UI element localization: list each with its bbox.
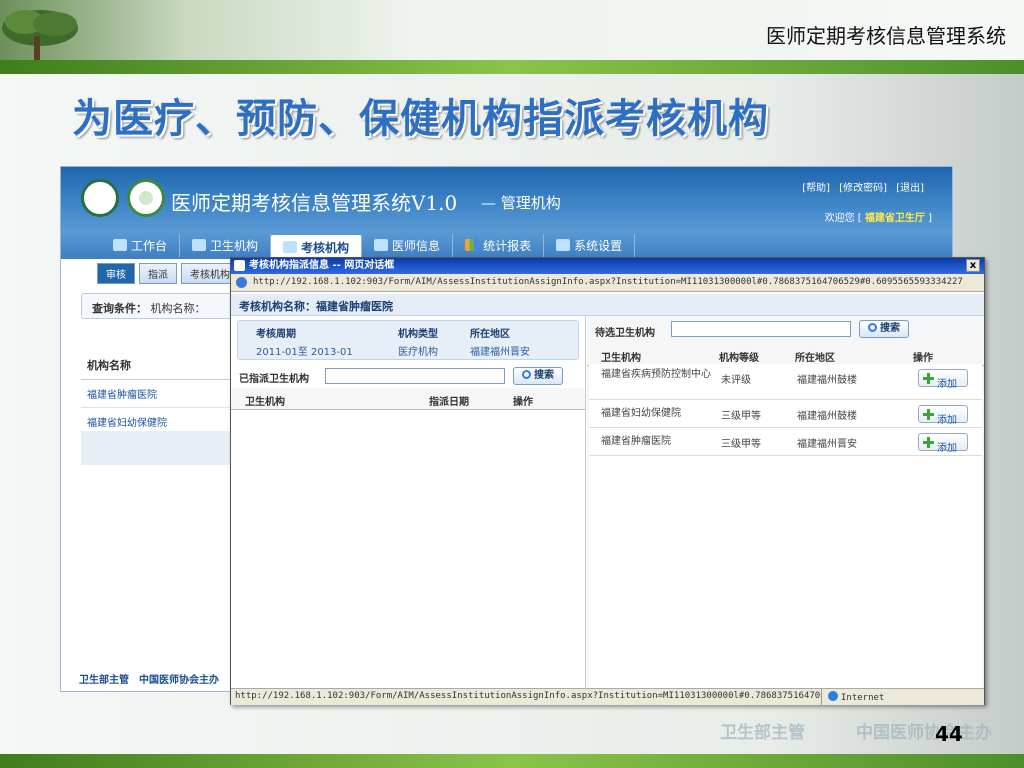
query-label: 查询条件： — [92, 302, 147, 315]
period-box: 考核周期 机构类型 所在地区 2011-01至 2013-01 医疗机构 福建福… — [237, 320, 579, 360]
period-header: 考核周期 — [256, 329, 296, 340]
books-icon — [283, 241, 298, 253]
status-url: http://192.168.1.102:903/Form/AIM/Assess… — [235, 691, 842, 701]
table-row: 福建省疾病预防控制中心 未评级 福建福州鼓楼 添加 — [589, 364, 982, 400]
nav-workbench[interactable]: 工作台 — [101, 233, 181, 257]
type-value: 医疗机构 — [398, 347, 438, 358]
top-green-bar — [0, 60, 1024, 74]
pending-table-header: 卫生机构 机构等级 所在地区 操作 — [587, 344, 984, 366]
watermark-right: 中国医师协会主办 — [856, 723, 992, 743]
close-icon[interactable]: x — [966, 259, 980, 272]
assigned-search-button[interactable]: 搜索 — [513, 367, 563, 385]
top-links: [帮助] [修改密码] [退出] — [796, 179, 924, 194]
pending-table: 福建省疾病预防控制中心 未评级 福建福州鼓楼 添加 福建省妇幼保健院 三级甲等 … — [589, 364, 982, 688]
plus-icon — [923, 437, 934, 448]
dialog-title: 考核机构指派信息 -- 网页对话框 — [249, 260, 395, 271]
workbench-icon — [113, 239, 127, 251]
logout-link[interactable]: [退出] — [896, 183, 924, 194]
subtab-assign[interactable]: 指派 — [139, 263, 177, 284]
assigned-search-row: 已指派卫生机构 搜索 — [231, 364, 585, 388]
app-title: 医师定期考核信息管理系统V1.0 — [171, 191, 458, 215]
dialog-address-bar: http://192.168.1.102:903/Form/AIM/Assess… — [231, 274, 984, 292]
bottom-green-bar — [0, 754, 1024, 768]
nav-health-institutions[interactable]: 卫生机构 — [180, 233, 272, 257]
area-value: 福建福州晋安 — [470, 347, 530, 358]
ministry-emblem-icon — [81, 179, 119, 217]
page-number: 44 — [935, 722, 963, 746]
dialog-body: 考核机构名称：福建省肿瘤医院 考核周期 机构类型 所在地区 2011-01至 2… — [231, 294, 984, 688]
search-icon — [868, 323, 877, 332]
globe-icon — [828, 691, 838, 701]
assigned-table-header: 卫生机构 指派日期 操作 — [231, 388, 585, 410]
settings-icon — [556, 239, 571, 251]
pending-label: 待选卫生机构 — [595, 328, 655, 339]
area-header: 所在地区 — [470, 329, 510, 340]
add-button[interactable]: 添加 — [918, 369, 968, 390]
type-header: 机构类型 — [398, 329, 438, 340]
plus-icon — [923, 373, 934, 384]
ie-icon — [236, 277, 247, 288]
slide-headline: 为医疗、预防、保健机构指派考核机构 — [72, 96, 769, 142]
doctor-icon — [374, 239, 389, 251]
assign-dialog: 考核机构指派信息 -- 网页对话框 x http://192.168.1.102… — [230, 257, 985, 705]
dialog-titlebar: 考核机构指派信息 -- 网页对话框 x — [231, 258, 984, 274]
assigned-label: 已指派卫生机构 — [239, 374, 309, 385]
app-header: 医师定期考核信息管理系统V1.0 — 管理机构 [帮助] [修改密码] [退出]… — [61, 167, 952, 231]
subtabs: 审核 指派 考核机构 — [97, 263, 243, 284]
browser-icon — [234, 260, 245, 271]
query-field-label: 机构名称： — [150, 302, 206, 315]
pending-search-input[interactable] — [671, 321, 851, 337]
add-button[interactable]: 添加 — [918, 405, 968, 426]
institution-icon — [192, 239, 207, 251]
table-row: 福建省妇幼保健院 三级甲等 福建福州鼓楼 添加 — [589, 400, 982, 428]
pending-search-button[interactable]: 搜索 — [859, 320, 909, 338]
assigned-pane: 考核周期 机构类型 所在地区 2011-01至 2013-01 医疗机构 福建福… — [231, 316, 586, 688]
assessment-org-name: 考核机构名称：福建省肿瘤医院 — [231, 294, 984, 316]
add-button[interactable]: 添加 — [918, 433, 968, 454]
pending-pane: 待选卫生机构 搜索 卫生机构 机构等级 所在地区 操作 福建省疾病预防控制中心 … — [587, 316, 984, 688]
subtab-review[interactable]: 审核 — [97, 263, 135, 284]
table-row: 福建省肿瘤医院 三级甲等 福建福州晋安 添加 — [589, 428, 982, 456]
search-icon — [522, 370, 531, 379]
change-password-link[interactable]: [修改密码] — [839, 183, 887, 194]
nav-statistics[interactable]: 统计报表 — [453, 233, 545, 257]
nav-assessment-institutions[interactable]: 考核机构 — [271, 235, 363, 259]
current-user: 福建省卫生厅 — [864, 213, 925, 224]
tree-logo-icon — [0, 0, 150, 62]
security-zone: Internet — [821, 689, 891, 705]
nav-doctor-info[interactable]: 医师信息 — [362, 233, 454, 257]
period-value: 2011-01至 2013-01 — [256, 347, 353, 358]
assigned-search-input[interactable] — [325, 368, 505, 384]
app-footer: 卫生部主管 中国医师协会主办 — [79, 675, 219, 686]
main-nav: 工作台 卫生机构 考核机构 医师信息 统计报表 系统设置 — [61, 231, 952, 259]
plus-icon — [923, 409, 934, 420]
nav-settings[interactable]: 系统设置 — [544, 233, 636, 257]
watermark-left: 卫生部主管 — [720, 723, 805, 743]
slide-system-title: 医师定期考核信息管理系统 — [766, 24, 1006, 48]
app-subtitle: — 管理机构 — [481, 194, 561, 212]
pending-search-row: 待选卫生机构 搜索 — [587, 318, 984, 342]
dialog-url: http://192.168.1.102:903/Form/AIM/Assess… — [253, 277, 963, 287]
chart-icon — [465, 239, 480, 251]
association-emblem-icon — [126, 179, 165, 217]
dialog-status-bar: http://192.168.1.102:903/Form/AIM/Assess… — [231, 688, 984, 705]
welcome-text: 欢迎您 [ 福建省卫生厅 ] — [824, 213, 932, 224]
help-link[interactable]: [帮助] — [802, 183, 830, 194]
